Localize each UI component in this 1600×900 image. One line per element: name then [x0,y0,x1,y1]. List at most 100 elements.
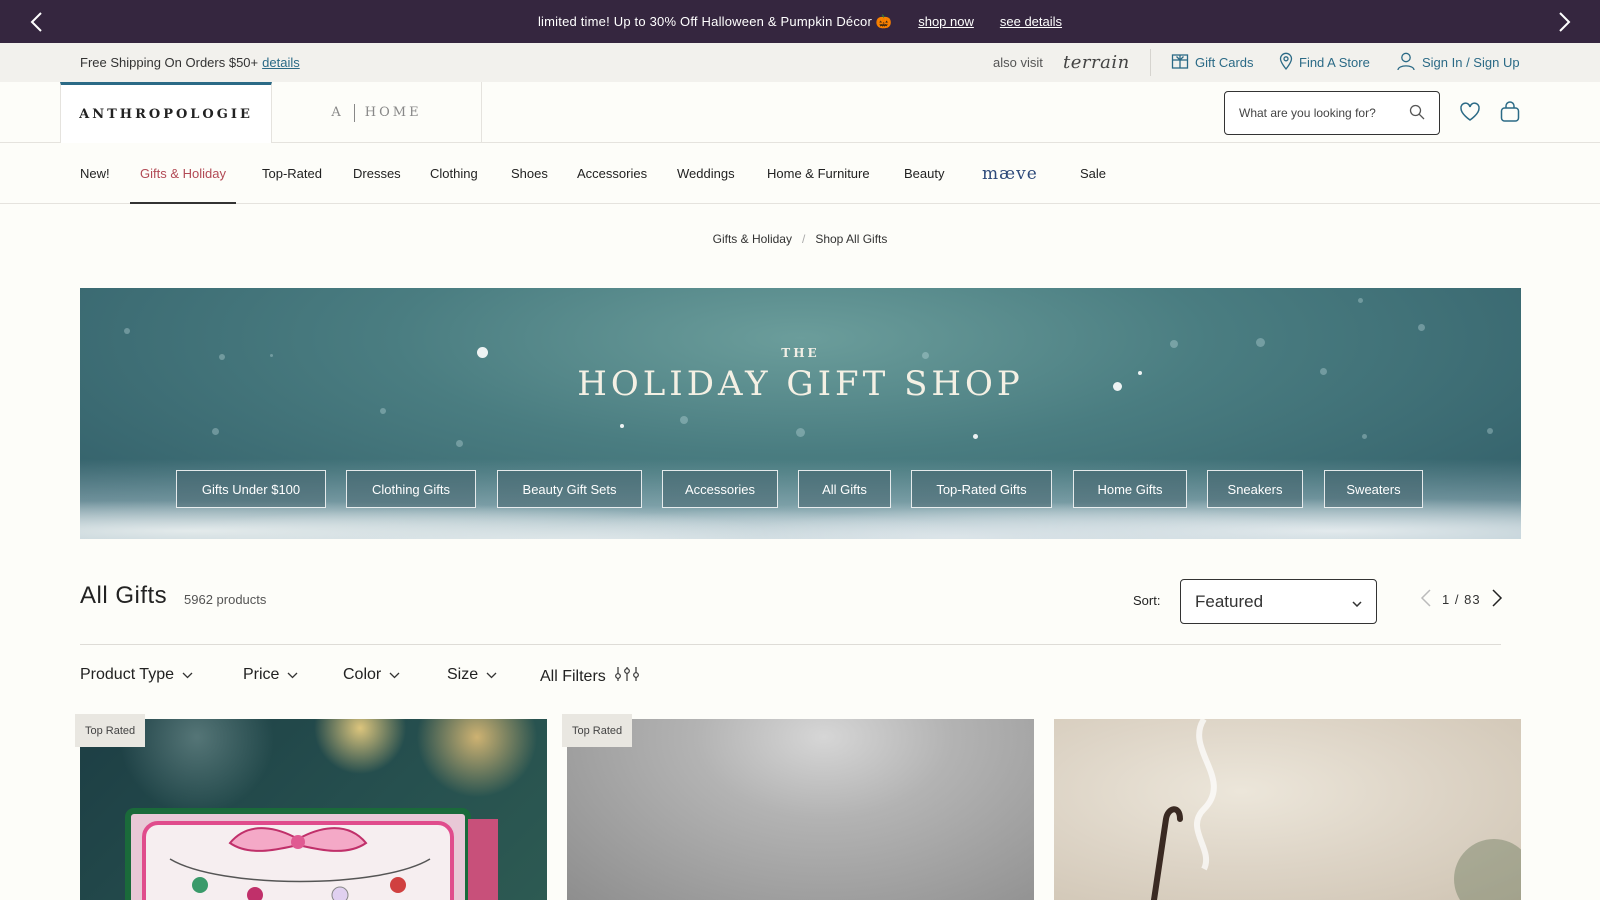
filter-product-type[interactable]: Product Type [80,666,193,684]
pagination-next-icon[interactable] [1491,588,1503,611]
breadcrumb: Gifts & Holiday / Shop All Gifts [0,232,1600,246]
utility-bar: Free Shipping On Orders $50+ details also… [0,43,1600,82]
sort-value: Featured [1195,591,1264,611]
wishlist-heart-icon[interactable] [1458,100,1482,124]
sort-label: Sort: [1133,593,1161,608]
top-rated-badge: Top Rated [75,714,146,747]
snow-dot [212,428,219,435]
promo-message: limited time! Up to 30% Off Halloween & … [537,13,893,29]
filter-label: All Filters [540,667,606,685]
anthropologie-logo-tab[interactable]: ANTHROPOLOGIE [60,82,272,143]
filter-size[interactable]: Size [447,666,497,684]
nav-item-home-furniture[interactable]: Home & Furniture [767,143,870,204]
ahome-logo-tab[interactable]: A HOME [272,82,482,143]
free-shipping-notice: Free Shipping On Orders $50+ details [80,55,300,70]
pagination: 1 / 83 [1420,588,1503,611]
product-tin-illustration [125,808,498,900]
find-store-link[interactable]: Find A Store [1279,52,1370,73]
search-icon[interactable] [1409,104,1425,123]
sign-in-link[interactable]: Sign In / Sign Up [1396,51,1520,74]
snow-dot [380,408,386,414]
chip-all-gifts[interactable]: All Gifts [798,470,891,508]
gift-card-icon [1171,52,1189,73]
chip-clothing-gifts[interactable]: Clothing Gifts [346,470,476,508]
filter-all-filters[interactable]: All Filters [540,666,640,687]
chip-sneakers[interactable]: Sneakers [1207,470,1303,508]
hero-title: HOLIDAY GIFT SHOP [577,364,1024,404]
snow-dot [1362,434,1367,439]
user-icon [1396,51,1416,74]
nav-item-shoes[interactable]: Shoes [511,143,548,204]
utility-divider [1150,49,1151,76]
product-image[interactable] [80,719,547,900]
product-image[interactable] [567,719,1034,900]
nav-item-weddings[interactable]: Weddings [677,143,735,204]
snow-dot [1358,298,1363,303]
nav-item-maeve[interactable]: mæve [982,143,1038,204]
product-incense-illustration [1151,719,1521,900]
nav-item-sale[interactable]: Sale [1080,143,1106,204]
filter-label: Product Type [80,666,174,683]
product-image[interactable] [1054,719,1521,900]
ahome-word: HOME [364,105,422,120]
ahome-divider [353,103,355,122]
search-input[interactable]: What are you looking for? [1224,91,1440,135]
terrain-logo[interactable]: terrain [1063,52,1130,73]
chip-accessories[interactable]: Accessories [662,470,778,508]
chip-top-rated-gifts[interactable]: Top-Rated Gifts [911,470,1052,508]
breadcrumb-parent-link[interactable]: Gifts & Holiday [713,232,792,246]
page-current: 1 [1442,592,1451,607]
top-rated-badge: Top Rated [562,714,633,747]
snow-dot [1487,428,1493,434]
free-shipping-text: Free Shipping On Orders $50+ [80,55,259,70]
find-store-label: Find A Store [1299,55,1370,70]
page-separator: / [1454,592,1460,607]
chip-beauty-gift-sets[interactable]: Beauty Gift Sets [497,470,642,508]
product-count: 5962 products [184,592,267,607]
page-title: All Gifts [80,582,168,609]
nav-item-clothing[interactable]: Clothing [430,143,478,204]
nav-item-gifts-holiday[interactable]: Gifts & Holiday [130,143,236,204]
shop-now-link[interactable]: shop now [918,14,974,29]
site-header: ANTHROPOLOGIE A HOME What are you looking… [0,82,1600,143]
sort-select[interactable]: Featured [1180,579,1377,624]
filter-color[interactable]: Color [343,666,400,684]
nav-item-dresses[interactable]: Dresses [353,143,401,204]
nav-item-accessories[interactable]: Accessories [577,143,647,204]
sliders-icon [614,666,640,687]
shopping-bag-icon[interactable] [1498,100,1522,124]
chevron-down-icon [389,666,400,684]
promo-prev-arrow-icon[interactable] [14,0,57,43]
chip-gifts-under-100[interactable]: Gifts Under $100 [176,470,326,508]
see-details-link[interactable]: see details [1000,14,1062,29]
snow-dot [1418,324,1425,331]
gift-cards-link[interactable]: Gift Cards [1171,52,1254,73]
listing-divider [80,644,1501,645]
nav-item-new[interactable]: New! [80,143,110,204]
search-placeholder: What are you looking for? [1239,106,1376,120]
promo-bar: limited time! Up to 30% Off Halloween & … [0,0,1600,43]
also-visit-label: also visit [993,55,1043,70]
nav-item-top-rated[interactable]: Top-Rated [262,143,322,204]
chevron-down-icon [182,666,193,684]
chevron-down-icon [1352,592,1362,612]
snow-dot [124,328,130,334]
filter-label: Color [343,666,382,683]
chip-home-gifts[interactable]: Home Gifts [1073,470,1187,508]
ahome-a: A [331,105,344,120]
pagination-prev-icon[interactable] [1420,588,1432,611]
snow-dot [680,416,688,424]
filter-price[interactable]: Price [243,666,298,684]
hero-kicker: THE [781,346,820,360]
nav-item-beauty[interactable]: Beauty [904,143,944,204]
sign-in-label: Sign In / Sign Up [1422,55,1520,70]
snow-dot [973,434,978,439]
snow-dot [620,424,624,428]
gift-cards-label: Gift Cards [1195,55,1254,70]
pagination-status: 1 / 83 [1442,592,1481,607]
promo-next-arrow-icon[interactable] [1543,0,1586,43]
chip-sweaters[interactable]: Sweaters [1324,470,1423,508]
filter-label: Price [243,666,280,683]
shipping-details-link[interactable]: details [262,55,300,70]
snow-dot [796,428,805,437]
